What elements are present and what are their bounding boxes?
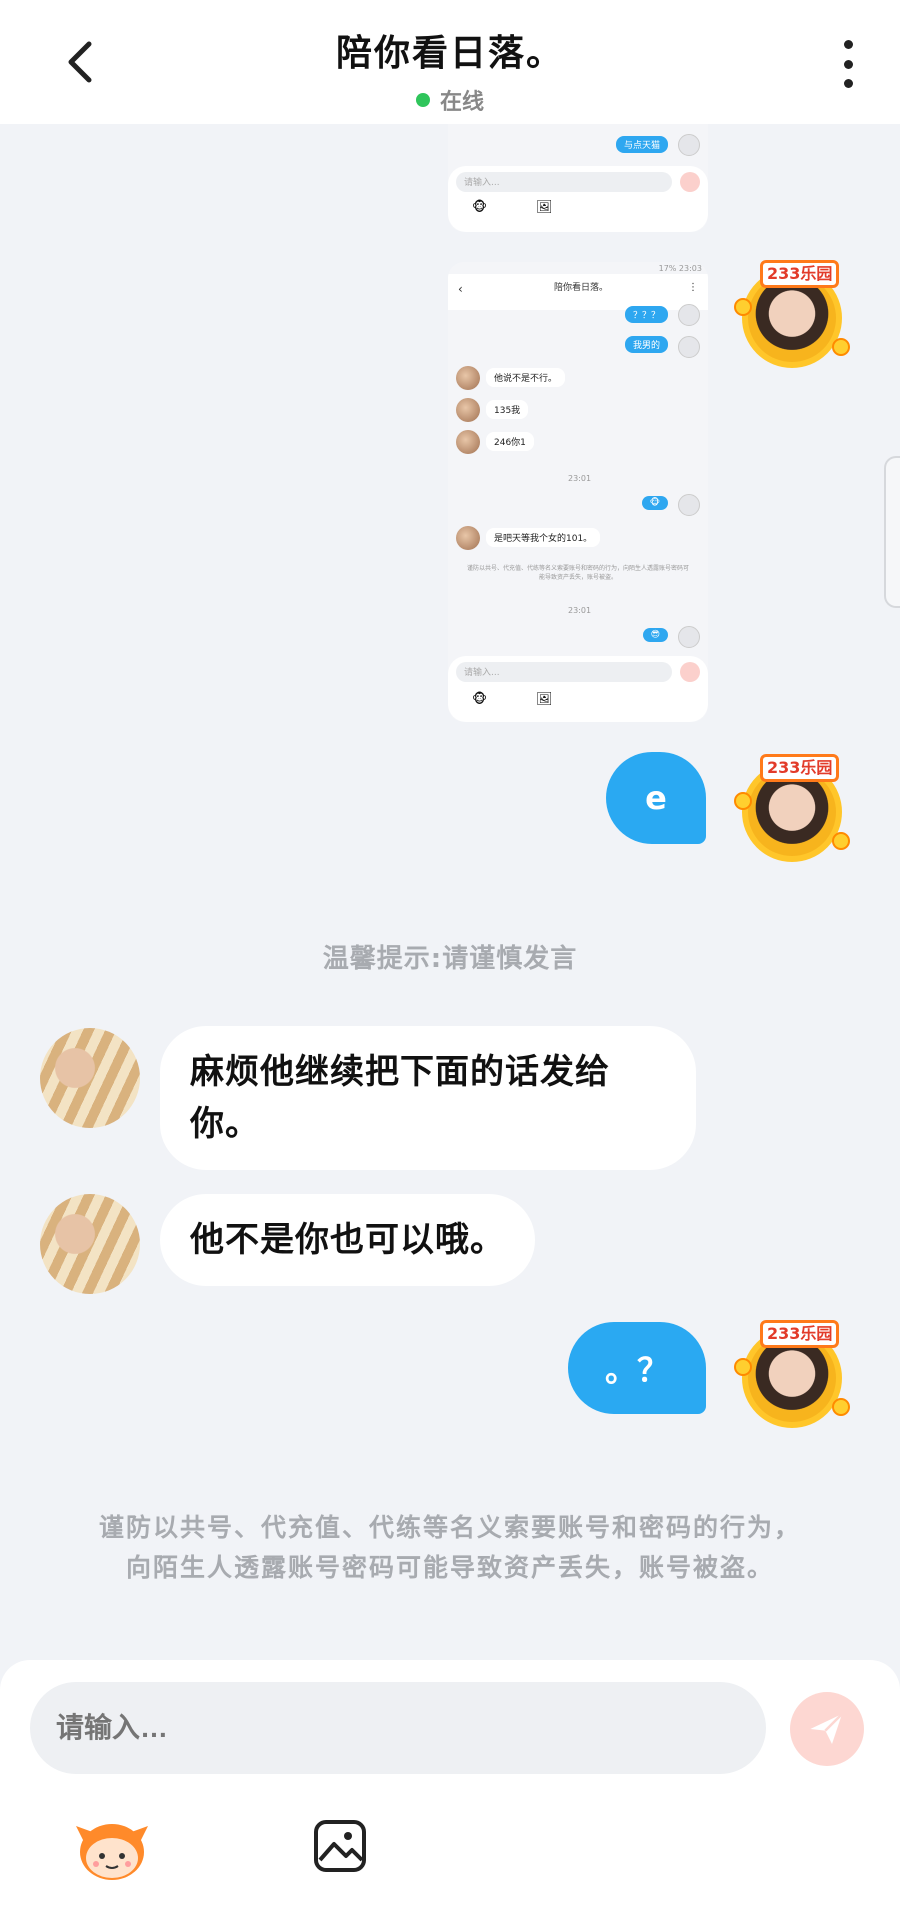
online-status-label: 在线 <box>439 90 484 115</box>
mini-timestamp: 23:01 <box>568 474 592 483</box>
mini-recv-bubble: 他说不是不行。 <box>486 368 566 387</box>
star-icon <box>832 832 850 850</box>
mini-sent-bubble: 😎 <box>642 628 668 642</box>
mini-avatar <box>678 336 700 358</box>
online-dot-icon <box>415 93 430 107</box>
star-icon <box>734 1358 752 1376</box>
avatar-badge: 233乐园 <box>760 260 840 288</box>
mini-back-icon: ‹ <box>458 282 463 296</box>
mini-sent-bubble: ？？？ <box>624 306 668 323</box>
mini-avatar <box>456 430 480 454</box>
mini-input-field: 请输入... <box>456 172 672 192</box>
image-icon <box>314 1820 366 1872</box>
scroll-handle[interactable] <box>884 456 900 608</box>
mini-input-field: 请输入... <box>456 662 672 682</box>
mini-input-bar: 请输入... 🐵 🖼 <box>448 166 708 232</box>
sent-message-bubble[interactable]: e <box>606 752 706 844</box>
mini-avatar <box>678 134 700 156</box>
shared-image-2[interactable]: 17% 23:03 ‹ 陪你看日落。 ⋮ ？？？ 我男的 他说不是不行。 135… <box>448 262 708 722</box>
mini-send-icon <box>680 662 700 682</box>
chat-title: 陪你看日落。 <box>335 33 564 74</box>
send-button[interactable] <box>790 1692 864 1766</box>
mini-recv-bubble: 246你1 <box>486 432 534 451</box>
mini-header: ‹ 陪你看日落。 ⋮ <box>448 274 708 310</box>
mini-timestamp: 23:01 <box>568 606 592 615</box>
online-status: 在线 <box>415 84 484 116</box>
more-options-button[interactable] <box>836 40 860 88</box>
mini-emoji-icon: 🐵 <box>472 200 488 215</box>
mini-recv-bubble: 是吧天等我个女的101。 <box>486 528 601 547</box>
star-icon <box>734 298 752 316</box>
mini-image-icon: 🖼 <box>536 200 553 215</box>
star-icon <box>832 1398 850 1416</box>
mini-avatar <box>456 398 480 422</box>
mini-send-icon <box>680 172 700 192</box>
send-icon <box>810 1713 843 1744</box>
sent-message-bubble[interactable]: 。？ <box>568 1322 706 1414</box>
avatar-badge: 233乐园 <box>760 754 840 782</box>
image-button[interactable] <box>312 1818 368 1874</box>
contact-avatar[interactable] <box>40 1028 140 1128</box>
mini-sent-bubble: 🐵 <box>641 496 668 510</box>
mini-avatar <box>456 526 480 550</box>
mini-sent-bubble: 我男的 <box>624 336 668 353</box>
mini-avatar <box>456 366 480 390</box>
safety-tip: 温馨提示:请谨慎发言 <box>322 944 578 974</box>
input-bar <box>0 1660 900 1920</box>
star-icon <box>734 792 752 810</box>
shared-image-1[interactable]: 与点天猫 请输入... 🐵 🖼 <box>448 124 708 232</box>
mini-sent-bubble: 与点天猫 <box>615 136 668 153</box>
mini-status-bar: 17% 23:03 <box>658 264 702 273</box>
emoji-mascot-icon <box>76 1824 148 1880</box>
mini-more-icon: ⋮ <box>688 282 698 293</box>
self-avatar[interactable]: 233乐园 <box>732 1318 852 1438</box>
mini-input-bar: 请输入... 🐵 🖼 <box>448 656 708 722</box>
mini-recv-bubble: 135我 <box>486 400 529 419</box>
received-message-bubble[interactable]: 麻烦他继续把下面的话发给你。 <box>160 1026 696 1170</box>
self-avatar[interactable]: 233乐园 <box>732 258 852 378</box>
mini-avatar <box>678 626 700 648</box>
mini-warning: 谨防以共号、代充值、代练等名义索要账号和密码的行为，向陌生人透露账号密码可能导致… <box>466 565 689 581</box>
mini-avatar <box>678 304 700 326</box>
more-vertical-icon <box>843 40 853 49</box>
security-warning: 谨防以共号、代充值、代练等名义索要账号和密码的行为，向陌生人透露账号密码可能导致… <box>98 1513 801 1582</box>
mini-avatar <box>678 494 700 516</box>
contact-avatar[interactable] <box>40 1194 140 1294</box>
message-input[interactable] <box>30 1682 766 1774</box>
star-icon <box>832 338 850 356</box>
mini-title: 陪你看日落。 <box>554 283 609 293</box>
mini-image-icon: 🖼 <box>536 692 553 707</box>
self-avatar[interactable]: 233乐园 <box>732 752 852 872</box>
received-message-bubble[interactable]: 他不是你也可以哦。 <box>160 1194 535 1286</box>
emoji-button[interactable] <box>74 1812 150 1888</box>
mini-emoji-icon: 🐵 <box>472 692 488 707</box>
chat-header: 陪你看日落。 在线 <box>0 0 900 124</box>
avatar-badge: 233乐园 <box>760 1320 840 1348</box>
